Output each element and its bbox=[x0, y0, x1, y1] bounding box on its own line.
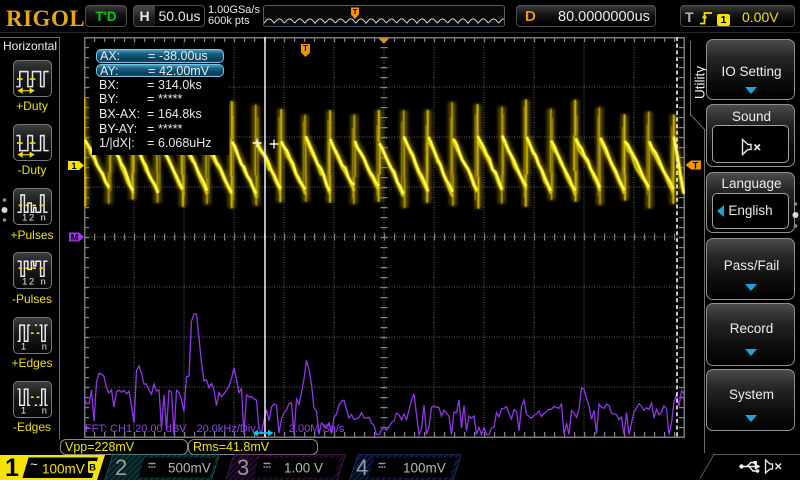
svg-text:500mV: 500mV bbox=[168, 461, 211, 476]
svg-text:M: M bbox=[71, 233, 79, 243]
svg-text:T: T bbox=[353, 9, 358, 16]
svg-text:1: 1 bbox=[71, 161, 76, 171]
svg-text:T: T bbox=[303, 44, 308, 53]
svg-text:3: 3 bbox=[237, 455, 249, 480]
svg-text:1: 1 bbox=[5, 454, 19, 480]
svg-text:100mV: 100mV bbox=[42, 462, 85, 477]
svg-text:~: ~ bbox=[30, 457, 38, 472]
svg-text:B: B bbox=[89, 463, 96, 474]
svg-text:4: 4 bbox=[356, 455, 368, 480]
svg-text:T: T bbox=[693, 161, 699, 171]
svg-text:2: 2 bbox=[115, 455, 127, 480]
svg-text:1.00 V: 1.00 V bbox=[284, 461, 323, 476]
svg-text:100mV: 100mV bbox=[403, 461, 446, 476]
